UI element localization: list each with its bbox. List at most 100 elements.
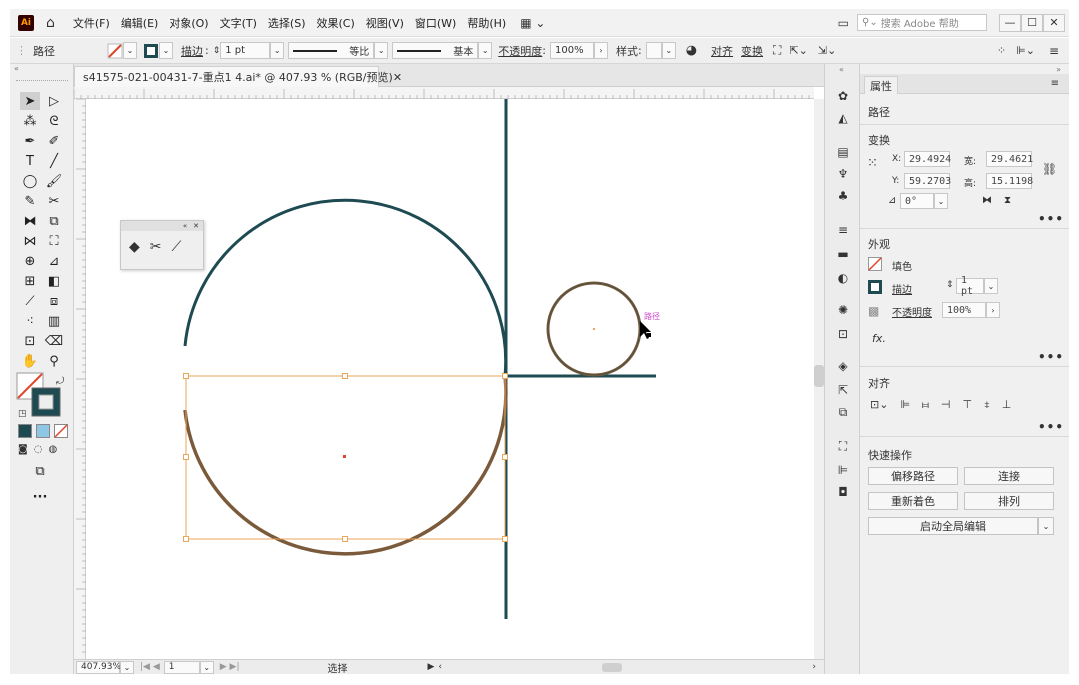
menu-object[interactable]: 对象(O) bbox=[169, 15, 208, 31]
start-global-edit-button[interactable]: 启动全局编辑 bbox=[868, 517, 1038, 535]
scale-tool-icon[interactable]: ⧉ bbox=[44, 212, 64, 230]
stroke-weight-dropdown[interactable]: ⌄ bbox=[270, 42, 285, 59]
magic-wand-tool-icon[interactable]: ⁂ bbox=[20, 112, 40, 130]
gradient-panel-icon[interactable]: ▬ bbox=[835, 246, 851, 262]
profile-dropdown[interactable]: ⌄ bbox=[374, 42, 389, 59]
large-circle-upper-arc[interactable] bbox=[183, 198, 508, 377]
opacity-label[interactable]: 不透明度 bbox=[498, 43, 542, 59]
stroke-swatch-panel-icon[interactable] bbox=[868, 280, 882, 294]
fill-swatch-none-icon[interactable] bbox=[107, 43, 123, 59]
vertical-scroll-thumb[interactable] bbox=[814, 365, 824, 387]
stroke-label[interactable]: 描边 bbox=[181, 43, 203, 59]
direct-selection-tool-icon[interactable]: ▷ bbox=[44, 92, 64, 110]
graphic-styles-icon[interactable]: ⊡ bbox=[835, 326, 851, 342]
menu-select[interactable]: 选择(S) bbox=[268, 15, 306, 31]
eraser-tool-icon[interactable]: ⌫ bbox=[44, 332, 64, 350]
shape-builder-tool-icon[interactable]: ⊕ bbox=[20, 252, 40, 270]
artboard-canvas[interactable]: 路径 bbox=[86, 99, 814, 659]
panel-collapse-icon[interactable]: « bbox=[183, 222, 187, 230]
width-tool-icon[interactable]: ⋈ bbox=[20, 232, 40, 250]
artboard-dropdown[interactable]: ⌄ bbox=[199, 660, 214, 674]
shape-builder-icon[interactable]: ⇱⌄ bbox=[789, 44, 807, 57]
line-tool-icon[interactable]: ╱ bbox=[44, 152, 64, 170]
appearance-more-options[interactable]: ••• bbox=[1038, 350, 1064, 364]
workspace-switcher-icon[interactable]: ▦ ⌄ bbox=[520, 16, 545, 30]
control-menu-icon[interactable]: ≡ bbox=[1049, 44, 1059, 58]
scroll-right-icon[interactable]: › bbox=[812, 662, 816, 672]
opacity-input[interactable]: 100% bbox=[549, 42, 594, 59]
graphic-style-swatch[interactable] bbox=[645, 42, 662, 59]
layers-icon[interactable]: ◈ bbox=[835, 358, 851, 374]
status-menu-icon[interactable]: ▶ bbox=[428, 662, 435, 672]
symbol-sprayer-tool-icon[interactable]: ⁖ bbox=[20, 312, 40, 330]
reflect-tool-icon[interactable]: ⧓ bbox=[20, 212, 40, 230]
brush-definition[interactable]: 基本 bbox=[392, 42, 479, 59]
curvature-tool-icon[interactable]: ✐ bbox=[44, 132, 64, 150]
swatches-icon[interactable]: ▤ bbox=[835, 144, 851, 160]
constrain-proportions-icon[interactable]: ⛓ bbox=[1042, 162, 1057, 176]
global-edit-dropdown[interactable]: ⌄ bbox=[1038, 517, 1054, 535]
align-panel-icon[interactable]: ⊫ bbox=[835, 462, 851, 478]
gradient-mode-icon[interactable] bbox=[36, 424, 50, 438]
transform-more-options[interactable]: ••• bbox=[1038, 212, 1064, 226]
color-guide-icon[interactable]: ✿ bbox=[835, 88, 851, 104]
close-tab-icon[interactable]: ✕ bbox=[393, 71, 402, 84]
reference-point-icon[interactable]: ⁙ bbox=[867, 156, 878, 171]
column-graph-tool-icon[interactable]: ▥ bbox=[44, 312, 64, 330]
scroll-left-icon[interactable]: ‹ bbox=[438, 662, 442, 672]
fill-stroke-widget[interactable]: ⤾ ◳ bbox=[16, 372, 66, 420]
ellipse-tool-icon[interactable]: ◯ bbox=[20, 172, 40, 190]
symbols-icon[interactable]: ♣ bbox=[835, 188, 851, 204]
pencil-tool-icon[interactable]: ✎ bbox=[20, 192, 40, 210]
menu-effect[interactable]: 效果(C) bbox=[317, 15, 355, 31]
zoom-dropdown[interactable]: ⌄ bbox=[120, 660, 134, 674]
rotate-input[interactable]: 0° bbox=[900, 193, 934, 209]
large-circle-lower-arc[interactable] bbox=[183, 375, 508, 556]
color-icon[interactable]: ◭ bbox=[835, 110, 851, 126]
align-top-icon[interactable]: ⊤ bbox=[962, 398, 972, 412]
artboard-tool-icon[interactable]: ⊡ bbox=[20, 332, 40, 350]
zoom-tool-icon[interactable]: ⚲ bbox=[44, 352, 64, 370]
brush-dropdown[interactable]: ⌄ bbox=[478, 42, 493, 59]
none-mode-icon[interactable] bbox=[54, 424, 68, 438]
fill-dropdown[interactable]: ⌄ bbox=[123, 42, 137, 59]
opacity-panel-input[interactable]: 100% bbox=[942, 302, 986, 318]
align-link[interactable]: 对齐 bbox=[711, 43, 733, 59]
stroke-panel-label[interactable]: 描边 bbox=[892, 281, 912, 296]
rotate-dropdown[interactable]: ⌄ bbox=[934, 193, 948, 209]
horizontal-scroll-thumb[interactable] bbox=[602, 662, 623, 672]
grip-handle[interactable]: ⋮ bbox=[16, 44, 27, 57]
panel-close-icon[interactable]: ✕ bbox=[193, 222, 199, 230]
lasso-tool-icon[interactable]: ᘓ bbox=[44, 112, 64, 130]
menu-window[interactable]: 窗口(W) bbox=[415, 15, 456, 31]
gradient-tool-icon[interactable]: ◧ bbox=[44, 272, 64, 290]
align-horizontal-center-icon[interactable]: ⧦ bbox=[922, 398, 929, 412]
perspective-grid-tool-icon[interactable]: ⊿ bbox=[44, 252, 64, 270]
arrange-button[interactable]: 排列 bbox=[964, 492, 1054, 510]
menu-edit[interactable]: 编辑(E) bbox=[121, 15, 159, 31]
height-input[interactable]: 15.1198 bbox=[986, 173, 1033, 189]
scissors-icon[interactable]: ✂ bbox=[150, 239, 162, 255]
menu-help[interactable]: 帮助(H) bbox=[467, 15, 506, 31]
stroke-weight-panel-dropdown[interactable]: ⌄ bbox=[984, 278, 998, 294]
align-to-selection-icon[interactable]: ⊡⌄ bbox=[870, 398, 888, 412]
color-mode-icon[interactable] bbox=[18, 424, 32, 438]
asset-export-icon[interactable]: ⇱ bbox=[835, 382, 851, 398]
stroke-weight-panel-input[interactable]: 1 pt bbox=[956, 275, 984, 297]
horizontal-ruler[interactable] bbox=[73, 87, 814, 99]
help-search-field[interactable]: ⚲⌄ 搜索 Adobe 帮助 bbox=[857, 14, 987, 31]
appearance-icon[interactable]: ✺ bbox=[835, 302, 851, 318]
paintbrush-tool-icon[interactable]: 🖌 bbox=[44, 172, 64, 190]
next-artboard-icon[interactable]: ▶ ▶| bbox=[220, 662, 240, 672]
flip-horizontal-icon[interactable]: ⧓ bbox=[982, 195, 992, 206]
screen-mode-icon[interactable]: ⧉ bbox=[30, 462, 50, 480]
panel-options-icon[interactable]: ⊫⌄ bbox=[1016, 44, 1035, 57]
align-right-icon[interactable]: ⊣ bbox=[941, 398, 951, 412]
transform-panel-icon[interactable]: ⛶ bbox=[835, 438, 851, 454]
selection-tool-icon[interactable]: ➤ bbox=[20, 92, 40, 110]
free-transform-tool-icon[interactable]: ⛶ bbox=[44, 232, 64, 250]
transparency-icon[interactable]: ◐ bbox=[835, 270, 851, 286]
align-left-icon[interactable]: ⊫ bbox=[900, 398, 910, 412]
brushes-icon[interactable]: ♆ bbox=[835, 166, 851, 182]
panel-menu-icon[interactable]: ≡ bbox=[1051, 78, 1059, 89]
